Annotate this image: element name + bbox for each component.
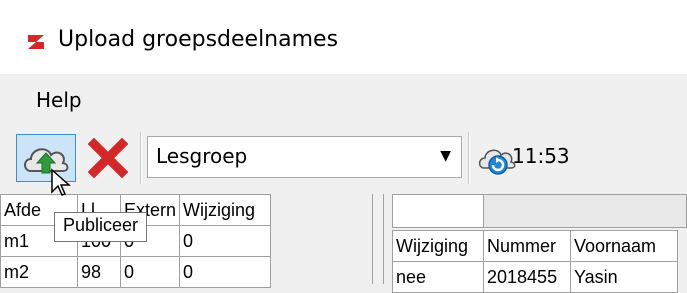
table-header-row: Wijziging Nummer Voornaam [392, 230, 678, 262]
cloud-refresh-icon [478, 149, 516, 175]
menu-bar [0, 74, 687, 124]
delete-x-icon [87, 137, 129, 179]
app-logo-icon [28, 35, 44, 49]
column-header[interactable]: Wijziging [179, 194, 272, 226]
band-header [384, 194, 687, 230]
table-cell[interactable]: 98 [77, 256, 121, 288]
title-bar: Upload groepsdeelnames [0, 0, 687, 74]
table-cell[interactable]: 0 [179, 256, 272, 288]
window-title: Upload groepsdeelnames [58, 27, 339, 52]
refresh-button[interactable] [476, 138, 516, 178]
time-label: 11:53 [512, 144, 570, 168]
mouse-pointer-icon [51, 168, 71, 196]
column-header[interactable]: Voornaam [570, 230, 678, 262]
band-cell [392, 194, 484, 228]
publish-tooltip: Publiceer [54, 212, 148, 242]
table-row[interactable]: nee 2018455 Yasin [392, 261, 678, 293]
splitter[interactable] [372, 194, 384, 284]
table-cell[interactable]: m2 [0, 256, 78, 288]
toolbar-separator [140, 132, 142, 184]
group-type-select[interactable]: Lesgroep ▼ [147, 136, 462, 178]
column-header[interactable]: Wijziging [392, 230, 484, 262]
group-type-value: Lesgroep [156, 144, 248, 168]
table-cell[interactable]: 0 [119, 256, 181, 288]
table-cell[interactable]: 0 [179, 225, 272, 257]
table-row[interactable]: m2 98 0 0 [0, 256, 272, 288]
right-grid: Wijziging Nummer Voornaam nee 2018455 Ya… [384, 194, 687, 293]
band-cell [484, 194, 687, 228]
chevron-down-icon[interactable]: ▼ [440, 148, 451, 164]
menu-item-help[interactable]: Help [34, 88, 84, 112]
table-cell[interactable]: nee [392, 261, 484, 293]
table-cell[interactable]: Yasin [570, 261, 678, 293]
table-cell[interactable]: 2018455 [483, 261, 571, 293]
column-header[interactable]: Nummer [483, 230, 571, 262]
delete-button[interactable] [87, 137, 129, 179]
toolbar-separator [468, 132, 470, 184]
